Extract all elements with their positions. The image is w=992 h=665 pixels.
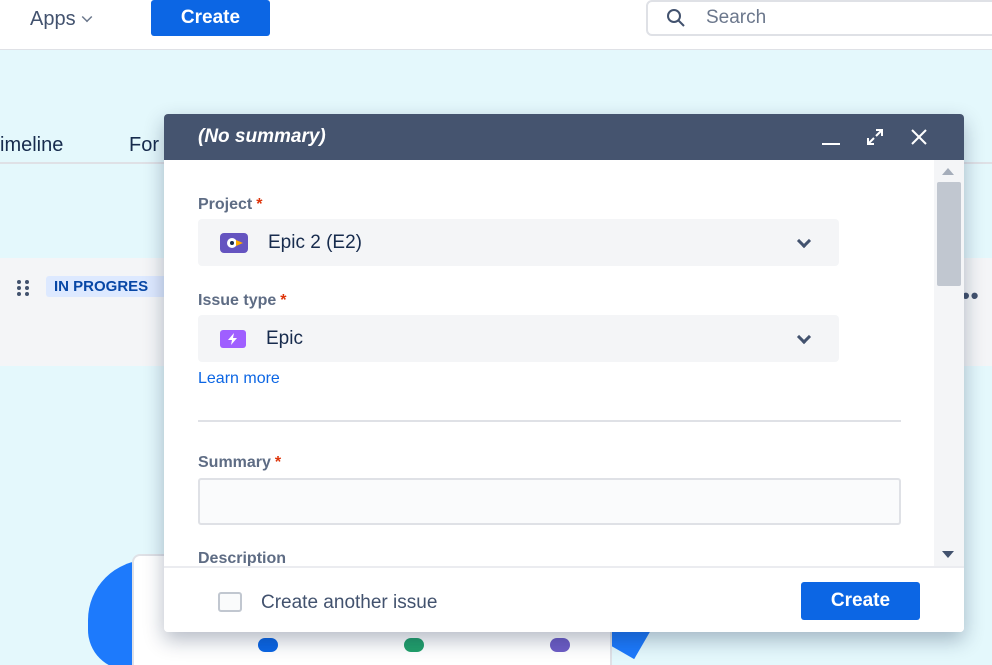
- issue-type-value: Epic: [266, 327, 303, 349]
- issue-type-label: Issue type *: [198, 292, 287, 309]
- section-divider: [198, 420, 901, 422]
- minimize-icon[interactable]: [820, 126, 842, 148]
- dialog-body: Project * Epic 2 (E2) Issue type * Epic …: [164, 160, 934, 566]
- tab-timeline[interactable]: imeline: [0, 134, 63, 157]
- project-avatar-icon: [220, 232, 248, 253]
- expand-icon[interactable]: [864, 126, 886, 148]
- issue-type-select[interactable]: Epic: [198, 315, 839, 362]
- chevron-down-icon: [81, 11, 92, 22]
- create-button[interactable]: Create: [801, 582, 920, 620]
- close-icon[interactable]: [908, 126, 930, 148]
- project-value: Epic 2 (E2): [268, 231, 362, 253]
- top-navigation: Apps Create Search: [0, 0, 992, 50]
- dialog-footer: Create another issue Create: [164, 566, 964, 632]
- project-select[interactable]: Epic 2 (E2): [198, 219, 839, 266]
- drag-handle-icon[interactable]: [17, 280, 31, 296]
- scroll-up-icon[interactable]: [942, 168, 954, 175]
- required-mark: *: [274, 454, 282, 471]
- description-label: Description: [198, 550, 287, 566]
- project-label: Project *: [198, 196, 263, 213]
- more-actions-icon[interactable]: ••: [962, 283, 979, 309]
- required-mark: *: [256, 196, 263, 213]
- dialog-scrollbar[interactable]: [934, 160, 964, 566]
- apps-label: Apps: [30, 8, 76, 30]
- search-placeholder: Search: [706, 7, 767, 28]
- create-another-label[interactable]: Create another issue: [261, 592, 437, 614]
- epic-icon: [220, 329, 246, 348]
- scroll-down-icon[interactable]: [942, 551, 954, 558]
- learn-more-link[interactable]: Learn more: [198, 370, 280, 388]
- chevron-down-icon: [796, 329, 812, 345]
- create-issue-dialog: (No summary) Project * Epic 2 (E2) Issue…: [164, 114, 964, 632]
- scroll-thumb[interactable]: [937, 182, 961, 286]
- tab-forms[interactable]: For: [129, 134, 159, 157]
- apps-menu[interactable]: Apps: [30, 8, 92, 31]
- search-icon: [667, 9, 685, 27]
- chevron-down-icon: [796, 233, 812, 249]
- summary-label: Summary *: [198, 454, 282, 471]
- search-input[interactable]: Search: [646, 0, 992, 36]
- dialog-header: (No summary): [164, 114, 964, 160]
- create-another-checkbox[interactable]: [218, 592, 242, 612]
- create-button-top[interactable]: Create: [151, 0, 270, 36]
- summary-input[interactable]: [198, 478, 901, 525]
- required-mark: *: [280, 292, 287, 309]
- dialog-title: (No summary): [198, 126, 326, 147]
- status-badge: IN PROGRES: [46, 276, 176, 297]
